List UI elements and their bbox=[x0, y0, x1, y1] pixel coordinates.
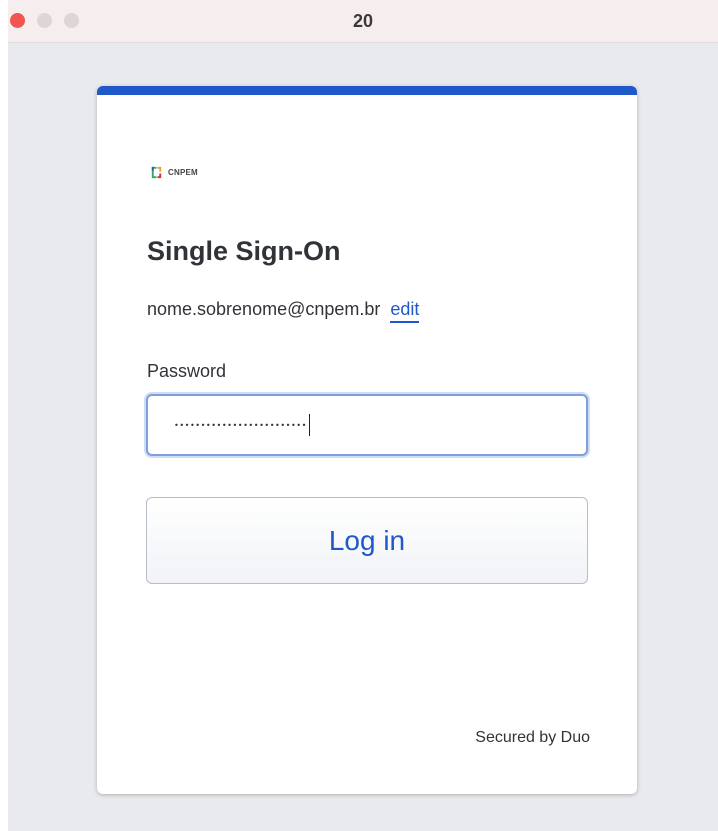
secured-by-duo-text: Secured by Duo bbox=[475, 729, 590, 746]
title-bar: 20 bbox=[8, 0, 718, 43]
text-caret bbox=[308, 414, 310, 436]
password-field[interactable]: ••••••••••••••••••••••••• bbox=[146, 394, 588, 456]
window-title: 20 bbox=[352, 11, 374, 31]
page-title: Single Sign-On bbox=[147, 236, 341, 266]
email-row: nome.sobrenome@cnpem.br edit bbox=[147, 299, 420, 323]
password-value: ••••••••••••••••••••••••• bbox=[174, 420, 307, 430]
password-label: Password bbox=[147, 361, 227, 381]
login-card: CNPEM Single Sign-On nome.sobrenome@cnpe… bbox=[97, 86, 637, 794]
card-accent-bar bbox=[97, 86, 637, 95]
edit-email-link[interactable]: edit bbox=[390, 299, 420, 323]
logo-text: CNPEM bbox=[168, 167, 198, 177]
cnpem-logo: CNPEM bbox=[149, 163, 198, 181]
email-text: nome.sobrenome@cnpem.br bbox=[147, 299, 381, 319]
app-window: 20 CNPEM Single Sign-On nome.sobrenome@c… bbox=[8, 0, 718, 831]
login-button[interactable]: Log in bbox=[146, 497, 588, 584]
cnpem-logo-icon bbox=[151, 166, 162, 178]
